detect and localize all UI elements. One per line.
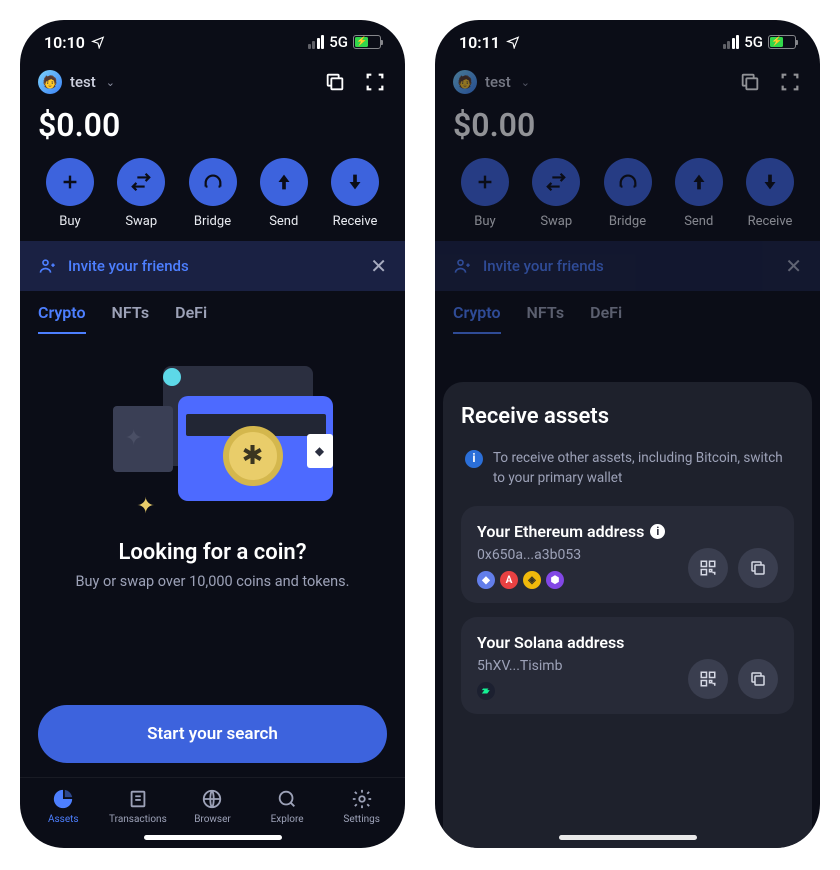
sol-icon — [477, 682, 495, 700]
empty-state: ✱ ✦✦ Looking for a coin? Buy or swap ove… — [20, 334, 405, 777]
tab-nfts[interactable]: NFTs — [112, 303, 150, 334]
receive-button[interactable]: Receive — [321, 158, 389, 229]
balance: $0.00 — [20, 98, 405, 158]
buy-button[interactable]: Buy — [36, 158, 104, 229]
bridge-button[interactable]: Bridge — [594, 158, 662, 229]
qr-button[interactable] — [688, 659, 728, 699]
home-indicator[interactable] — [559, 835, 697, 840]
copy-button[interactable] — [738, 548, 778, 588]
tabs: Crypto NFTs DeFi — [435, 297, 820, 334]
buy-button[interactable]: Buy — [451, 158, 519, 229]
copy-button[interactable] — [738, 659, 778, 699]
receive-button[interactable]: Receive — [736, 158, 804, 229]
receive-sheet: Receive assets i To receive other assets… — [443, 382, 812, 848]
network-label: 5G — [744, 33, 763, 51]
status-bar: 10:11 5G ⚡ — [435, 20, 820, 64]
copy-icon[interactable] — [738, 70, 762, 94]
bridge-button[interactable]: Bridge — [179, 158, 247, 229]
empty-subtitle: Buy or swap over 10,000 coins and tokens… — [38, 573, 387, 590]
invite-banner[interactable]: Invite your friends ✕ — [20, 241, 405, 291]
info-icon: i — [465, 450, 483, 468]
phone-screen-receive: 10:11 5G ⚡ 🧑 test ⌄ $0.00 Buy Swap Bridg… — [435, 20, 820, 848]
nav-explore[interactable]: Explore — [253, 788, 321, 825]
sheet-title: Receive assets — [461, 404, 794, 429]
tab-defi[interactable]: DeFi — [590, 303, 622, 334]
status-time: 10:10 — [44, 33, 85, 52]
action-row: Buy Swap Bridge Send Receive — [20, 158, 405, 241]
status-time: 10:11 — [459, 33, 500, 52]
sol-address-card[interactable]: Your Solana address 5hXV...Tisimb — [461, 617, 794, 714]
tab-crypto[interactable]: Crypto — [38, 303, 86, 334]
tabs: Crypto NFTs DeFi — [20, 297, 405, 334]
chevron-down-icon: ⌄ — [521, 76, 530, 89]
scan-icon[interactable] — [778, 70, 802, 94]
status-bar: 10:10 5G ⚡ — [20, 20, 405, 64]
close-icon[interactable]: ✕ — [785, 254, 802, 278]
chain-icons: ◆ A ◈ ⬢ — [477, 571, 581, 589]
swap-button[interactable]: Swap — [107, 158, 175, 229]
action-row: Buy Swap Bridge Send Receive — [435, 158, 820, 241]
invite-banner[interactable]: Invite your friends ✕ — [435, 241, 820, 291]
nav-transactions[interactable]: Transactions — [104, 788, 172, 825]
swap-button[interactable]: Swap — [522, 158, 590, 229]
bnb-icon: ◈ — [523, 571, 541, 589]
nav-assets[interactable]: Assets — [29, 788, 97, 825]
eth-icon: ◆ — [477, 571, 495, 589]
nav-settings[interactable]: Settings — [328, 788, 396, 825]
home-indicator[interactable] — [144, 835, 282, 840]
location-icon — [91, 35, 105, 49]
location-icon — [506, 35, 520, 49]
battery-icon: ⚡ — [768, 35, 796, 49]
bottom-nav: Assets Transactions Browser Explore Sett… — [20, 777, 405, 829]
avax-icon: A — [500, 571, 518, 589]
header: 🧑 test ⌄ — [20, 64, 405, 98]
wallet-illustration: ✱ ✦✦ — [83, 356, 343, 526]
scan-icon[interactable] — [363, 70, 387, 94]
send-button[interactable]: Send — [250, 158, 318, 229]
avatar: 🧑 — [38, 70, 62, 94]
invite-icon — [453, 256, 473, 276]
copy-icon[interactable] — [323, 70, 347, 94]
chevron-down-icon: ⌄ — [106, 76, 115, 89]
close-icon[interactable]: ✕ — [370, 254, 387, 278]
eth-address-card[interactable]: Your Ethereum addressi 0x650a...a3b053 ◆… — [461, 506, 794, 603]
avatar: 🧑 — [453, 70, 477, 94]
start-search-button[interactable]: Start your search — [38, 705, 387, 763]
eth-address: 0x650a...a3b053 — [477, 547, 581, 563]
tab-defi[interactable]: DeFi — [175, 303, 207, 334]
balance: $0.00 — [435, 98, 820, 158]
battery-icon: ⚡ — [353, 35, 381, 49]
account-name: test — [70, 73, 96, 91]
empty-title: Looking for a coin? — [38, 540, 387, 565]
header: 🧑 test ⌄ — [435, 64, 820, 98]
account-switcher[interactable]: 🧑 test ⌄ — [38, 70, 115, 94]
info-notice: i To receive other assets, including Bit… — [461, 449, 794, 488]
signal-icon — [723, 35, 740, 49]
polygon-icon: ⬢ — [546, 571, 564, 589]
chain-icons — [477, 682, 562, 700]
nav-browser[interactable]: Browser — [178, 788, 246, 825]
sol-address: 5hXV...Tisimb — [477, 658, 562, 674]
phone-screen-assets: 10:10 5G ⚡ 🧑 test ⌄ $0.00 Buy Swap Bridg… — [20, 20, 405, 848]
info-icon[interactable]: i — [650, 524, 665, 539]
signal-icon — [308, 35, 325, 49]
network-label: 5G — [329, 33, 348, 51]
account-name: test — [485, 73, 511, 91]
tab-crypto[interactable]: Crypto — [453, 303, 501, 334]
send-button[interactable]: Send — [665, 158, 733, 229]
tab-nfts[interactable]: NFTs — [527, 303, 565, 334]
account-switcher[interactable]: 🧑 test ⌄ — [453, 70, 530, 94]
qr-button[interactable] — [688, 548, 728, 588]
invite-icon — [38, 256, 58, 276]
